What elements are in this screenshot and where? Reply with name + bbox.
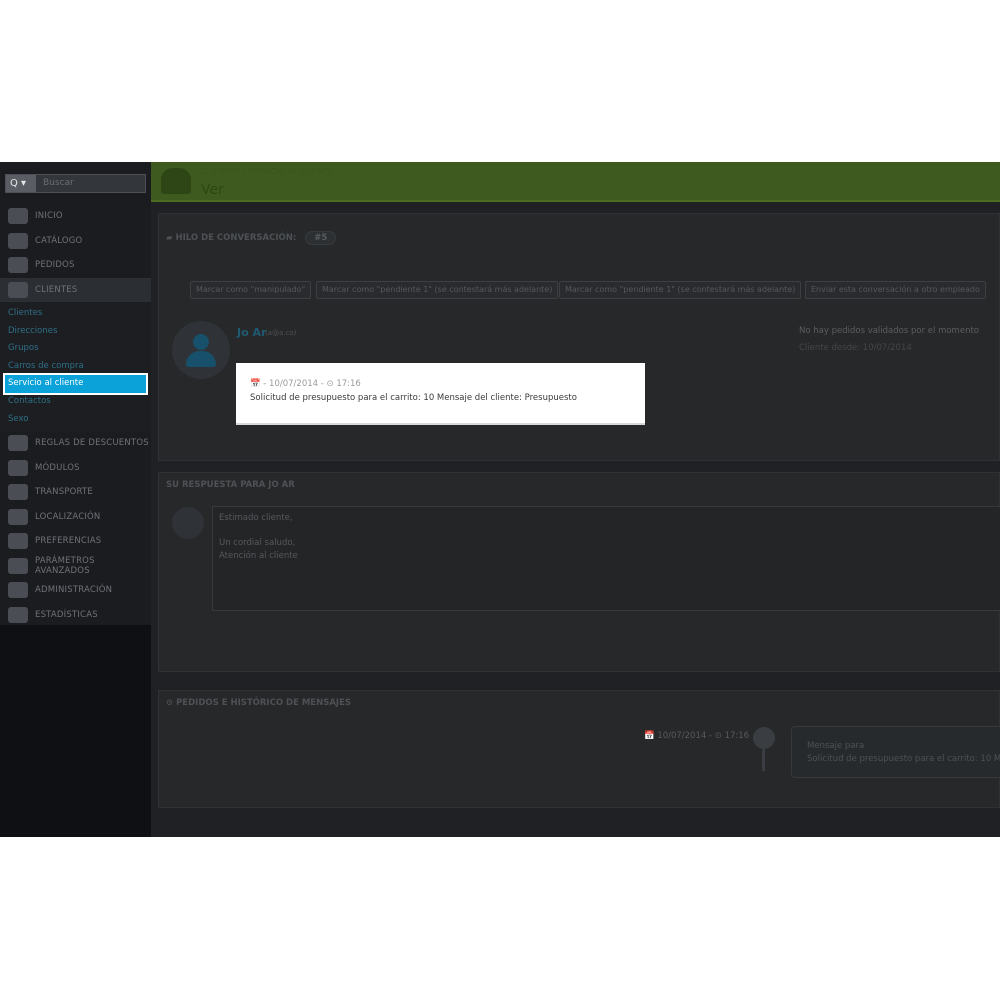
sidebar-footer — [0, 625, 151, 837]
credit-card-icon — [8, 257, 28, 274]
menu-item-localizacion[interactable]: LOCALIZACIÓN — [0, 505, 151, 530]
menu-item-modulos[interactable]: MÓDULOS — [0, 456, 151, 481]
reply-line: Estimado cliente, — [219, 513, 293, 523]
speedometer-icon — [8, 208, 28, 225]
search-input[interactable]: Buscar — [39, 175, 144, 192]
menu-item-parametros-avanzados[interactable]: PARÁMETROS AVANZADOS — [0, 554, 151, 579]
submenu-item-contactos[interactable]: Contactos — [0, 393, 151, 411]
search-button[interactable]: Q ▾ — [6, 175, 36, 192]
menu-label: LOCALIZACIÓN — [35, 511, 101, 522]
menu-item-preferencias[interactable]: PREFERENCIAS — [0, 529, 151, 554]
users-icon — [161, 168, 191, 194]
main-content: ▰ HILO DE CONVERSACIÓN: #5 Marcar como "… — [151, 204, 1000, 837]
menu-item-inicio[interactable]: INICIO — [0, 204, 151, 229]
gear-icon — [8, 582, 28, 599]
menu-label: REGLAS DE DESCUENTOS — [35, 438, 149, 449]
breadcrumb-item[interactable]: CLIENTES — [201, 167, 239, 176]
menu-label: MÓDULOS — [35, 462, 80, 473]
history-message-bubble: Mensaje para Solicitud de presupuesto pa… — [791, 726, 1000, 778]
main-menu: INICIO CATÁLOGO PEDIDOS CLIENTES Cliente… — [0, 204, 151, 627]
breadcrumb-item[interactable]: SERVICIO AL CLIENTE — [247, 167, 333, 176]
user-icon — [193, 334, 209, 350]
submenu-item-grupos[interactable]: Grupos — [0, 340, 151, 358]
bubble-line: Solicitud de presupuesto para el carrito… — [807, 754, 1000, 764]
menu-item-reglas-descuentos[interactable]: REGLAS DE DESCUENTOS — [0, 431, 151, 456]
no-orders-text: No hay pedidos validados por el momento — [799, 326, 979, 336]
search-box[interactable]: Q ▾ Buscar — [5, 174, 146, 193]
clientes-submenu: Clientes Direcciones Grupos Carros de co… — [0, 302, 151, 432]
thread-number-badge: #5 — [305, 231, 337, 245]
page-title: Ver — [201, 182, 224, 198]
breadcrumb: CLIENTES / SERVICIO AL CLIENTE — [201, 167, 333, 176]
reply-textarea[interactable]: Estimado cliente, Un cordial saludo, Ate… — [212, 506, 1000, 611]
comments-icon: ▰ — [166, 233, 176, 243]
reply-line — [219, 525, 995, 538]
thread-heading-label: HILO DE CONVERSACIÓN: — [175, 233, 297, 243]
forward-employee-button[interactable]: Enviar esta conversación a otro empleado — [805, 281, 986, 299]
message-meta: 📅 - 10/07/2014 - ⊙ 17:16 — [250, 379, 361, 389]
menu-label: TRANSPORTE — [35, 487, 93, 498]
cogs-icon — [8, 557, 28, 574]
reply-heading: SU RESPUESTA PARA JO AR — [166, 480, 295, 490]
timeline-line — [762, 749, 765, 771]
book-icon — [8, 232, 28, 249]
user-icon-body — [186, 351, 216, 367]
menu-label: ADMINISTRACIÓN — [35, 585, 113, 596]
menu-label: CLIENTES — [35, 284, 78, 295]
customer-message-card: 📅 - 10/07/2014 - ⊙ 17:16 Solicitud de pr… — [236, 363, 645, 425]
wrench-icon — [8, 533, 28, 550]
sidebar: Q ▾ Buscar INICIO CATÁLOGO PEDIDOS CLIEN… — [0, 162, 151, 837]
reply-line: Atención al cliente — [219, 550, 298, 561]
menu-label: ESTADÍSTICAS — [35, 609, 98, 620]
submenu-item-direcciones[interactable]: Direcciones — [0, 323, 151, 341]
users-icon — [8, 281, 28, 298]
screenshot-frame: Q ▾ Buscar INICIO CATÁLOGO PEDIDOS CLIEN… — [0, 162, 1000, 837]
envelope-icon — [753, 727, 775, 749]
menu-label: PARÁMETROS AVANZADOS — [35, 555, 95, 576]
page-header: CLIENTES / SERVICIO AL CLIENTE Ver — [151, 162, 1000, 202]
puzzle-icon — [8, 459, 28, 476]
mark-pending-button[interactable]: Marcar como "pendiente 1" (se contestará… — [316, 281, 559, 299]
client-since-text: Cliente desde: 10/07/2014 — [799, 343, 912, 353]
thread-heading: ▰ HILO DE CONVERSACIÓN: #5 — [166, 231, 337, 245]
submenu-item-servicio-cliente[interactable]: Servicio al cliente — [3, 373, 148, 395]
message-text: Solicitud de presupuesto para el carrito… — [250, 393, 577, 403]
tags-icon — [8, 435, 28, 452]
customer-avatar — [172, 321, 230, 379]
mark-pending-2-button[interactable]: Marcar como "pendiente 1" (se contestará… — [559, 281, 802, 299]
menu-item-pedidos[interactable]: PEDIDOS — [0, 253, 151, 278]
reply-line: Un cordial saludo, — [219, 538, 296, 548]
submenu-item-carros[interactable]: Carros de compra — [0, 358, 151, 376]
globe-icon — [8, 508, 28, 525]
agent-avatar — [172, 507, 204, 539]
bar-chart-icon — [8, 606, 28, 623]
submenu-item-clientes[interactable]: Clientes — [0, 305, 151, 323]
menu-item-administracion[interactable]: ADMINISTRACIÓN — [0, 578, 151, 603]
history-heading: ⊙ PEDIDOS E HISTÓRICO DE MENSAJES — [166, 698, 352, 708]
mark-handled-button[interactable]: Marcar como "manipulado" — [190, 281, 312, 299]
submenu-item-sexo[interactable]: Sexo — [0, 411, 151, 429]
bubble-line: Mensaje para — [807, 741, 865, 751]
menu-label: PREFERENCIAS — [35, 536, 102, 547]
menu-item-clientes[interactable]: CLIENTES — [0, 277, 151, 302]
menu-item-transporte[interactable]: TRANSPORTE — [0, 480, 151, 505]
truck-icon — [8, 484, 28, 501]
menu-item-catalogo[interactable]: CATÁLOGO — [0, 229, 151, 254]
customer-name[interactable]: Jo Ar — [237, 326, 266, 339]
menu-label: PEDIDOS — [35, 260, 75, 271]
menu-label: CATÁLOGO — [35, 235, 83, 246]
history-timestamp: 📅 10/07/2014 - ⊙ 17:16 — [644, 731, 750, 741]
menu-label: INICIO — [35, 211, 63, 222]
menu-item-estadisticas[interactable]: ESTADÍSTICAS — [0, 603, 151, 628]
customer-email: (a@a.co) — [265, 329, 297, 337]
